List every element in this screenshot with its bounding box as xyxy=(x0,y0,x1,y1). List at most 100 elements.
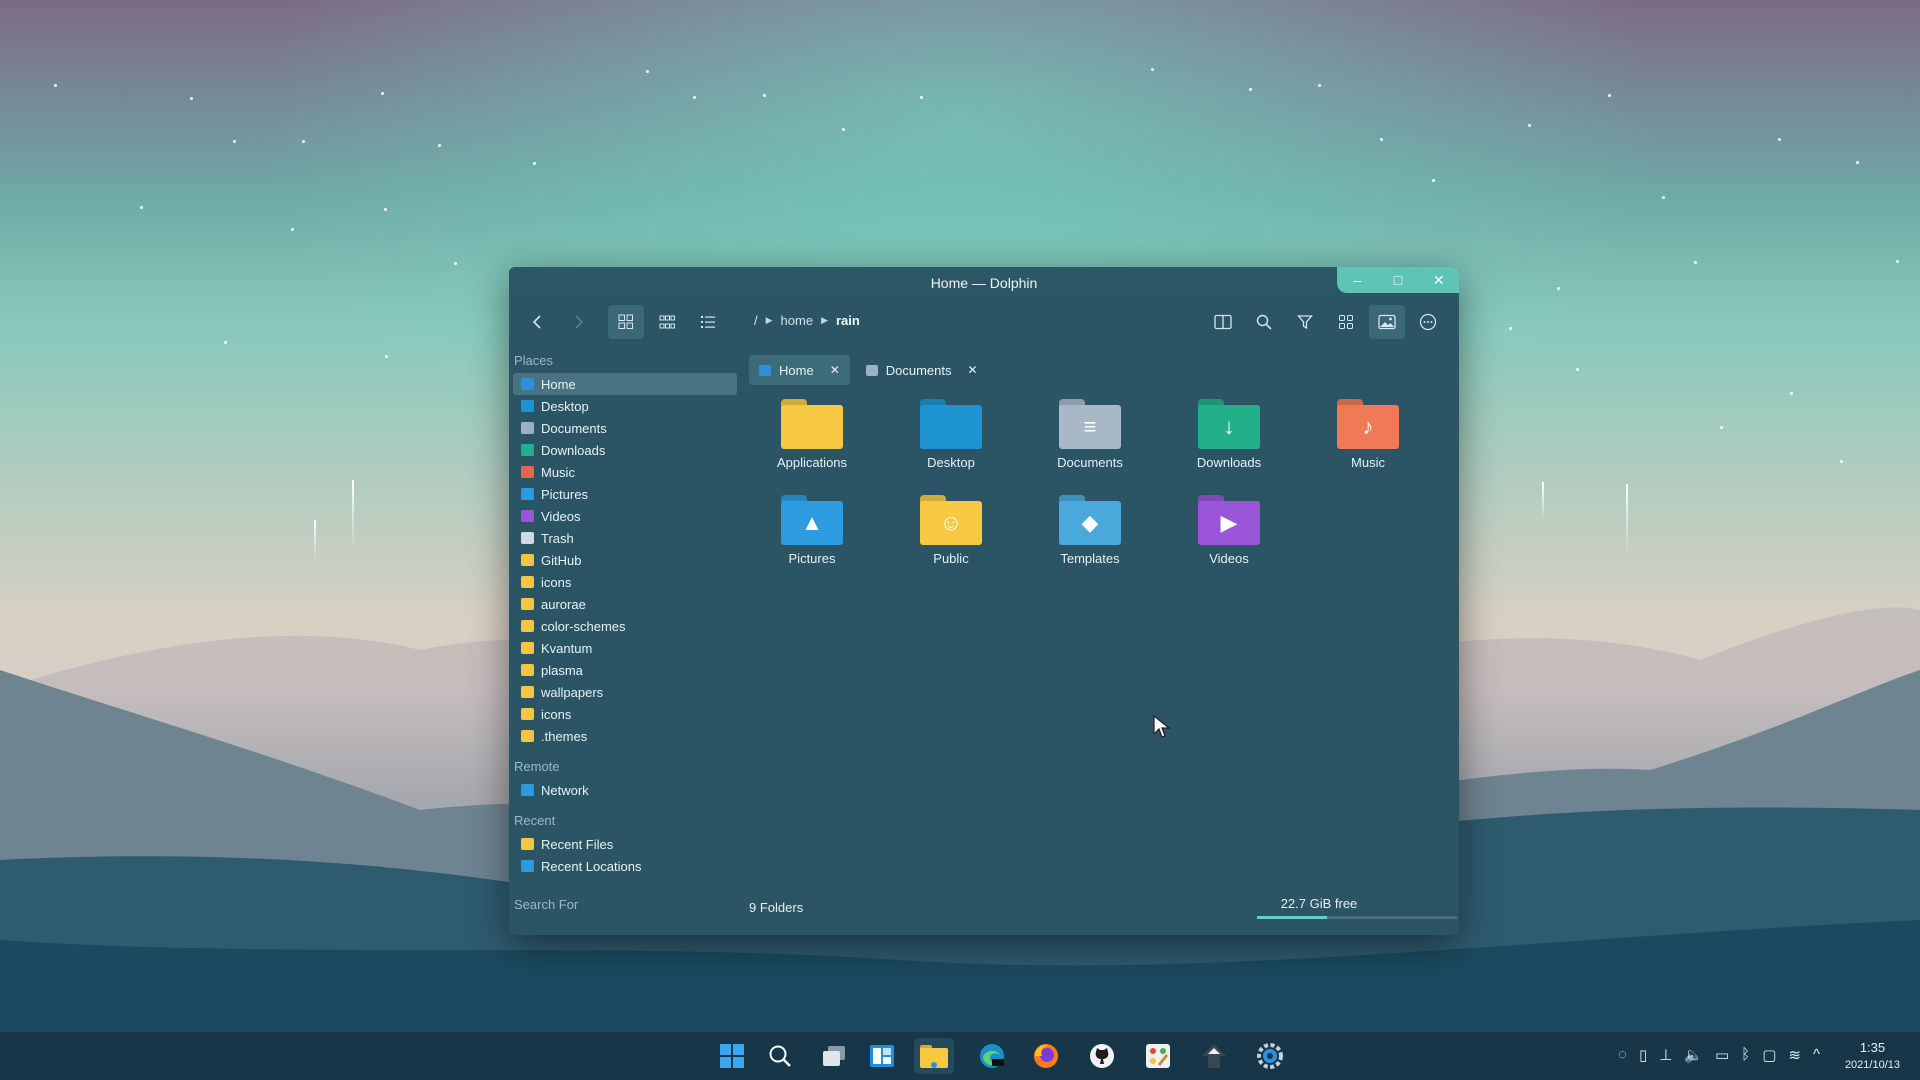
folder-icon xyxy=(521,708,534,720)
view-mode-button[interactable] xyxy=(1328,305,1364,339)
sidebar-item-pictures[interactable]: Pictures xyxy=(513,483,737,505)
breadcrumb-separator-icon[interactable]: ▶ xyxy=(821,315,828,326)
sidebar-item-documents[interactable]: Documents xyxy=(513,417,737,439)
maximize-button[interactable]: □ xyxy=(1378,267,1419,293)
github-taskbar-button[interactable] xyxy=(1082,1038,1122,1074)
wifi-icon[interactable]: ≋ xyxy=(1788,1046,1801,1064)
folder-icon xyxy=(521,620,534,632)
folder-icon xyxy=(521,598,534,610)
bluetooth-icon[interactable]: ᛒ xyxy=(1741,1046,1750,1064)
video-icon xyxy=(521,510,534,522)
titlebar[interactable]: Home — Dolphin – □ ✕ xyxy=(509,267,1459,297)
sidebar-item-music[interactable]: Music xyxy=(513,461,737,483)
minimize-button[interactable]: – xyxy=(1337,267,1378,293)
sidebar-item-trash[interactable]: Trash xyxy=(513,527,737,549)
folder-item-music[interactable]: ♪ Music xyxy=(1303,399,1433,470)
sidebar-item-wallpapers[interactable]: wallpapers xyxy=(513,681,737,703)
sidebar-item-plasma[interactable]: plasma xyxy=(513,659,737,681)
preview-button[interactable] xyxy=(1369,305,1405,339)
display-icon[interactable]: ▢ xyxy=(1762,1046,1776,1064)
folder-item-desktop[interactable]: Desktop xyxy=(886,399,1016,470)
filter-button[interactable] xyxy=(1287,305,1323,339)
tab-documents[interactable]: Documents ✕ xyxy=(856,355,988,385)
sidebar-item-color-schemes[interactable]: color-schemes xyxy=(513,615,737,637)
network-icon xyxy=(521,784,534,796)
clock[interactable]: 1:35 2021/10/13 xyxy=(1845,1040,1900,1071)
folder-item-public[interactable]: ☺ Public xyxy=(886,495,1016,566)
minimize-icon: – xyxy=(1353,272,1362,288)
file-view: Home ✕ Documents ✕ Applications Desktop ≡ D… xyxy=(741,349,1459,935)
sidebar-item-aurorae[interactable]: aurorae xyxy=(513,593,737,615)
forward-button[interactable] xyxy=(561,305,597,339)
edge-dev-taskbar-button[interactable] xyxy=(972,1038,1012,1074)
sidebar-item-icons[interactable]: icons xyxy=(513,703,737,725)
folder-item-documents[interactable]: ≡ Documents xyxy=(1025,399,1155,470)
clipboard-icon[interactable]: ▯ xyxy=(1639,1046,1647,1064)
split-icon xyxy=(1214,314,1232,330)
kolourpaint-taskbar-button[interactable] xyxy=(1138,1038,1178,1074)
list-icon xyxy=(701,316,715,328)
sidebar-item-desktop[interactable]: Desktop xyxy=(513,395,737,417)
split-view-button[interactable] xyxy=(1205,305,1241,339)
settings-icon xyxy=(1257,1043,1283,1069)
filter-icon xyxy=(1297,315,1313,330)
sidebar-item-home[interactable]: Home xyxy=(513,373,737,395)
close-button[interactable]: ✕ xyxy=(1418,267,1459,293)
folder-icon xyxy=(781,399,843,449)
volume-icon[interactable]: 🔈 xyxy=(1684,1046,1703,1064)
firefox-taskbar-button[interactable] xyxy=(1026,1038,1066,1074)
sidebar-item-network[interactable]: Network xyxy=(513,779,737,801)
recent-files-icon xyxy=(521,838,534,850)
folder-label: Public xyxy=(933,551,969,566)
update-taskbar-button[interactable] xyxy=(1194,1038,1234,1074)
file-manager-taskbar-button[interactable] xyxy=(914,1038,954,1074)
search-button[interactable] xyxy=(1246,305,1282,339)
breadcrumb-root[interactable]: / xyxy=(754,313,758,328)
sidebar-item-kvantum[interactable]: Kvantum xyxy=(513,637,737,659)
breadcrumb-home[interactable]: home xyxy=(781,313,814,328)
task-view-button[interactable] xyxy=(814,1038,854,1074)
network-wired-icon[interactable]: ⊥ xyxy=(1659,1046,1672,1064)
show-hidden-icons-chevron-up-icon[interactable]: ^ xyxy=(1813,1046,1820,1064)
sidebar-item-github[interactable]: GitHub xyxy=(513,549,737,571)
clock-date: 2021/10/13 xyxy=(1844,1059,1900,1071)
breadcrumb-separator-icon[interactable]: ▶ xyxy=(766,315,773,326)
folder-label: Pictures xyxy=(788,551,836,566)
folder-item-templates[interactable]: ◆ Templates xyxy=(1025,495,1155,566)
search-taskbar-button[interactable] xyxy=(760,1038,800,1074)
sidebar-item-videos[interactable]: Videos xyxy=(513,505,737,527)
back-button[interactable] xyxy=(519,305,555,339)
more-button[interactable] xyxy=(1410,305,1446,339)
file-manager-icon xyxy=(920,1045,948,1068)
folder-item-videos[interactable]: ▶ Videos xyxy=(1164,495,1294,566)
folder-label: Music xyxy=(1351,455,1385,470)
sidebar-item-downloads[interactable]: Downloads xyxy=(513,439,737,461)
windows-start-button[interactable] xyxy=(712,1038,752,1074)
free-space-fill xyxy=(1257,916,1327,919)
folder-item-pictures[interactable]: ▲ Pictures xyxy=(747,495,877,566)
close-tab-icon[interactable]: ✕ xyxy=(968,363,978,377)
view-grid-icon xyxy=(1339,315,1353,329)
kdeconnect-icon[interactable]: ◌ xyxy=(1618,1046,1627,1064)
sidebar-item-label: Downloads xyxy=(541,442,606,458)
grid-icon xyxy=(618,314,633,329)
breadcrumb-current[interactable]: rain xyxy=(836,313,860,328)
sidebar-item-recent-locations[interactable]: Recent Locations xyxy=(513,855,737,877)
settings-taskbar-button[interactable] xyxy=(1250,1038,1290,1074)
widgets-button[interactable] xyxy=(862,1038,902,1074)
battery-icon[interactable]: ▭ xyxy=(1715,1046,1729,1064)
folder-item-applications[interactable]: Applications xyxy=(747,399,877,470)
remote-list: Network xyxy=(509,779,741,801)
close-tab-icon[interactable]: ✕ xyxy=(830,363,840,377)
icons-view-button[interactable] xyxy=(608,305,644,339)
sidebar-item-themes[interactable]: .themes xyxy=(513,725,737,747)
details-view-button[interactable] xyxy=(690,305,726,339)
folder-item-downloads[interactable]: ↓ Downloads xyxy=(1164,399,1294,470)
compact-view-button[interactable] xyxy=(649,305,685,339)
sidebar-item-label: plasma xyxy=(541,662,583,678)
sidebar-item-icons[interactable]: icons xyxy=(513,571,737,593)
sidebar-item-recent-files[interactable]: Recent Files xyxy=(513,833,737,855)
free-space-bar[interactable] xyxy=(1257,916,1457,919)
tab-home[interactable]: Home ✕ xyxy=(749,355,850,385)
document-icon xyxy=(865,364,878,376)
